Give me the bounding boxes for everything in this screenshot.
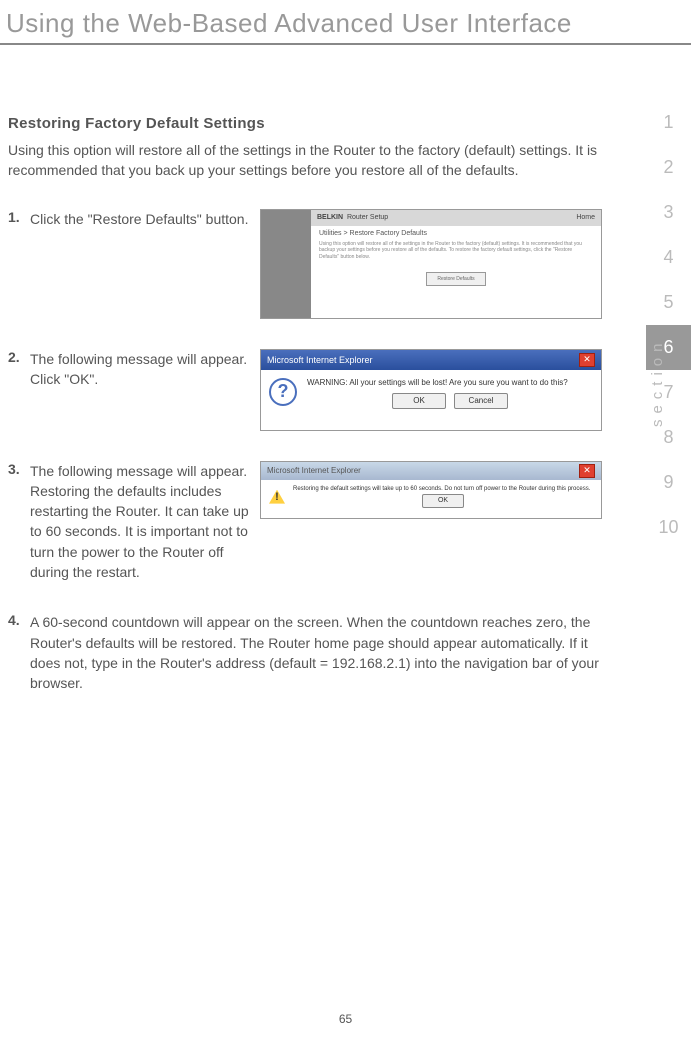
ss1-breadcrumb: Utilities > Restore Factory Defaults	[319, 230, 593, 237]
intro-text: Using this option will restore all of th…	[8, 140, 602, 181]
ss3-body: ! Restoring the default settings will ta…	[261, 480, 601, 514]
ss2-body: ? WARNING: All your settings will be los…	[261, 370, 601, 417]
step-1-text: Click the "Restore Defaults" button.	[30, 209, 260, 229]
screenshot-restart-dialog: Microsoft Internet Explorer ✕ ! Restorin…	[260, 461, 602, 519]
step-1-num: 1.	[8, 209, 30, 225]
warning-icon: !	[269, 490, 285, 504]
screenshot-confirm-dialog: Microsoft Internet Explorer ✕ ? WARNING:…	[260, 349, 602, 431]
step-1: 1. Click the "Restore Defaults" button. …	[8, 209, 602, 319]
step-2-num: 2.	[8, 349, 30, 365]
section-label: section	[650, 338, 667, 428]
nav-9[interactable]: 9	[646, 460, 691, 505]
section-nav: 1 2 3 4 5 6 7 8 9 10	[646, 100, 691, 550]
cancel-button[interactable]: Cancel	[454, 393, 508, 409]
ss3-title: Microsoft Internet Explorer	[267, 466, 361, 475]
screenshot-restore-defaults: BELKIN Router Setup Home Utilities > Res…	[260, 209, 602, 319]
ss1-brand: BELKIN	[317, 214, 343, 221]
nav-2[interactable]: 2	[646, 145, 691, 190]
nav-3[interactable]: 3	[646, 190, 691, 235]
header-title: Using the Web-Based Advanced User Interf…	[0, 0, 691, 39]
step-4-text: A 60-second countdown will appear on the…	[30, 612, 602, 693]
ss2-titlebar: Microsoft Internet Explorer ✕	[261, 350, 601, 370]
close-icon[interactable]: ✕	[579, 464, 595, 478]
ok-button[interactable]: OK	[422, 494, 464, 508]
ss3-titlebar: Microsoft Internet Explorer ✕	[261, 462, 601, 480]
ss3-message: Restoring the default settings will take…	[293, 486, 593, 492]
nav-1[interactable]: 1	[646, 100, 691, 145]
step-2-text: The following message will appear. Click…	[30, 349, 260, 390]
ss2-buttons: OK Cancel	[307, 393, 593, 409]
step-3-text: The following message will appear. Resto…	[30, 461, 260, 583]
step-4-num: 4.	[8, 612, 30, 628]
ss1-titlebar: BELKIN Router Setup Home	[311, 210, 601, 226]
ss1-sidebar	[261, 210, 311, 318]
ss1-desc: Using this option will restore all of th…	[319, 241, 593, 261]
close-icon[interactable]: ✕	[579, 353, 595, 367]
nav-4[interactable]: 4	[646, 235, 691, 280]
restore-defaults-button[interactable]: Restore Defaults	[426, 272, 486, 286]
page-content: Restoring Factory Default Settings Using…	[0, 45, 620, 694]
ss2-message: WARNING: All your settings will be lost!…	[307, 378, 593, 387]
section-subtitle: Restoring Factory Default Settings	[8, 115, 602, 132]
step-2: 2. The following message will appear. Cl…	[8, 349, 602, 431]
ss1-brand-sub: Router Setup	[347, 214, 388, 221]
ss1-home-link: Home	[576, 214, 595, 221]
step-3: 3. The following message will appear. Re…	[8, 461, 602, 583]
step-4: 4. A 60-second countdown will appear on …	[8, 612, 602, 693]
ss1-main: BELKIN Router Setup Home Utilities > Res…	[311, 210, 601, 318]
ok-button[interactable]: OK	[392, 393, 446, 409]
ss2-title: Microsoft Internet Explorer	[267, 355, 373, 365]
question-icon: ?	[269, 378, 297, 406]
step-3-num: 3.	[8, 461, 30, 477]
nav-5[interactable]: 5	[646, 280, 691, 325]
nav-10[interactable]: 10	[646, 505, 691, 550]
page-number: 65	[339, 1012, 352, 1026]
